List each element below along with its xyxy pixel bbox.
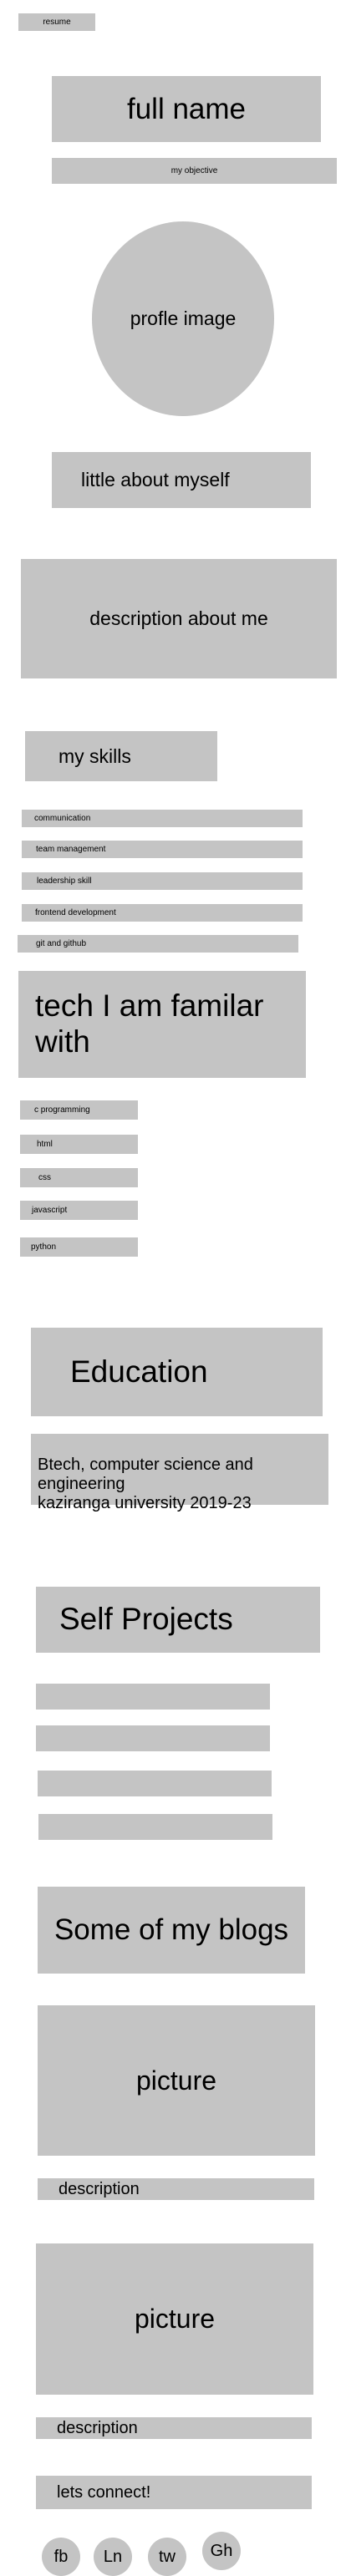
blog-picture[interactable]: picture	[38, 2005, 315, 2156]
skill-item-team-management: team management	[22, 841, 303, 858]
resume-button[interactable]: resume	[18, 13, 95, 31]
blog-picture[interactable]: picture	[36, 2243, 313, 2395]
education-heading: Education	[31, 1328, 323, 1416]
tech-item-c-programming: c programming	[20, 1100, 138, 1120]
tech-item-python: python	[20, 1237, 138, 1257]
linkedin-button[interactable]: Ln	[94, 2538, 132, 2576]
full-name-heading: full name	[52, 76, 321, 142]
blogs-heading: Some of my blogs	[38, 1887, 305, 1974]
project-item[interactable]	[38, 1814, 272, 1840]
objective-text: my objective	[52, 158, 337, 184]
tech-item-css: css	[20, 1168, 138, 1187]
project-item[interactable]	[36, 1725, 270, 1751]
tech-heading: tech I am familar with	[18, 971, 306, 1078]
tech-item-javascript: javascript	[20, 1201, 138, 1220]
education-university: kaziranga university 2019-23	[38, 1494, 252, 1512]
skills-heading: my skills	[25, 731, 217, 781]
education-degree: Btech, computer science and engineering	[38, 1456, 253, 1493]
about-heading: little about myself	[52, 452, 311, 508]
skill-item-leadership: leadership skill	[22, 872, 303, 890]
project-item[interactable]	[38, 1771, 272, 1796]
skill-item-frontend-development: frontend development	[22, 904, 303, 922]
about-description: description about me	[21, 559, 337, 678]
skill-item-git-github: git and github	[18, 935, 298, 953]
profile-image: profle image	[92, 221, 274, 416]
blog-description: description	[38, 2178, 314, 2200]
projects-heading: Self Projects	[36, 1587, 320, 1653]
tech-item-html: html	[20, 1135, 138, 1154]
education-entry: Btech, computer science and engineering …	[31, 1434, 328, 1512]
facebook-button[interactable]: fb	[42, 2538, 80, 2576]
project-item[interactable]	[36, 1684, 270, 1710]
lets-connect-banner: lets connect!	[36, 2476, 312, 2509]
skill-item-communication: communication	[22, 810, 303, 827]
twitter-button[interactable]: tw	[148, 2538, 186, 2576]
github-button[interactable]: Gh	[202, 2532, 241, 2570]
blog-description: description	[36, 2417, 312, 2439]
